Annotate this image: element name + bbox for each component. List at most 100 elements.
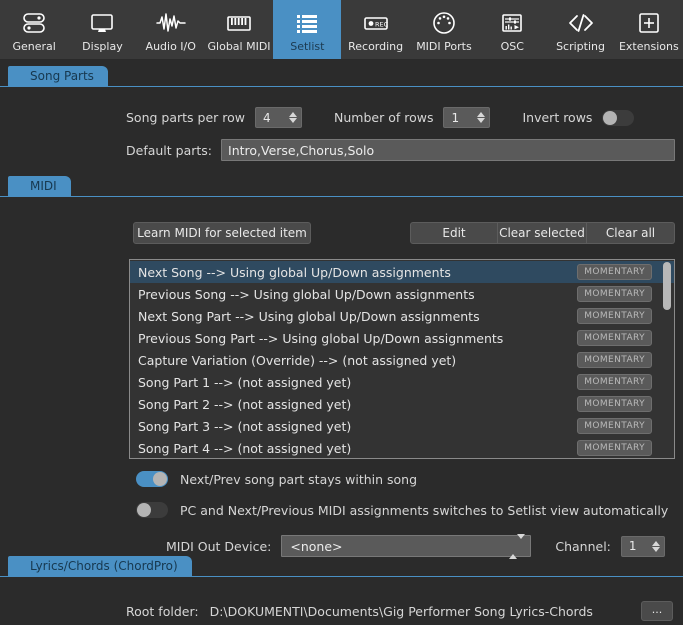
osc-mixer-icon (499, 9, 525, 37)
song-parts-per-row-stepper[interactable]: 4 (255, 107, 302, 128)
record-icon: REC (361, 9, 391, 37)
toolbar-label: Global MIDI (208, 41, 271, 52)
midi-row-badge: MOMENTARY (577, 418, 652, 434)
number-of-rows-value: 1 (451, 111, 459, 125)
toolbar-label: Scripting (556, 41, 605, 52)
song-parts-section: Song Parts Song parts per row 4 Number o… (0, 60, 683, 170)
plus-box-icon (636, 9, 662, 37)
midi-din-icon (431, 9, 457, 37)
default-parts-input[interactable]: Intro,Verse,Chorus,Solo (221, 139, 675, 161)
toolbar-label: Extensions (619, 41, 679, 52)
stay-within-song-row: Next/Prev song part stays within song (136, 471, 417, 487)
midi-list-row[interactable]: Next Song Part --> Using global Up/Down … (130, 305, 674, 327)
midi-row-badge: MOMENTARY (577, 374, 652, 390)
midi-body: Learn MIDI for selected item Edit Clear … (0, 197, 683, 550)
toolbar-label: Audio I/O (146, 41, 196, 52)
midi-list-row[interactable]: Capture Variation (Override) --> (not as… (130, 349, 674, 371)
toolbar-label: Recording (348, 41, 403, 52)
svg-text:REC: REC (375, 21, 389, 29)
list-icon (294, 9, 320, 37)
toggle-knob (153, 472, 167, 486)
midi-row-badge: MOMENTARY (577, 330, 652, 346)
stay-within-song-label: Next/Prev song part stays within song (180, 472, 417, 487)
number-of-rows-label: Number of rows (334, 110, 433, 125)
midi-list-scrollbar[interactable] (663, 262, 671, 456)
settings-toolbar: General Display Audio I/O (0, 0, 683, 60)
stay-within-song-toggle[interactable] (136, 471, 168, 487)
toolbar-item-global-midi[interactable]: Global MIDI (205, 0, 273, 59)
midi-row-badge: MOMENTARY (577, 308, 652, 324)
root-folder-value: D:\DOKUMENTI\Documents\Gig Performer Son… (210, 604, 593, 619)
midi-list-row[interactable]: Song Part 1 --> (not assigned yet) MOMEN… (130, 371, 674, 393)
root-folder-label: Root folder: (126, 604, 199, 619)
midi-row-text: Previous Song --> Using global Up/Down a… (138, 287, 577, 302)
toolbar-label: General (12, 41, 55, 52)
default-parts-label: Default parts: (126, 143, 212, 158)
stepper-arrows-icon[interactable] (289, 112, 297, 123)
toolbar-label: Display (82, 41, 123, 52)
midi-row-badge: MOMENTARY (577, 264, 652, 280)
piano-keys-icon (225, 9, 253, 37)
server-stack-icon (21, 9, 47, 37)
midi-row-badge: MOMENTARY (577, 352, 652, 368)
midi-row-text: Song Part 3 --> (not assigned yet) (138, 419, 577, 434)
number-of-rows-stepper[interactable]: 1 (443, 107, 490, 128)
midi-row-text: Song Part 4 --> (not assigned yet) (138, 441, 577, 456)
midi-row-badge: MOMENTARY (577, 440, 652, 456)
toolbar-item-display[interactable]: Display (68, 0, 136, 59)
code-brackets-icon (566, 9, 596, 37)
toolbar-item-recording[interactable]: REC Recording (341, 0, 409, 59)
toolbar-item-setlist[interactable]: Setlist (273, 0, 341, 59)
midi-row-badge: MOMENTARY (577, 396, 652, 412)
browse-root-folder-button[interactable]: ... (641, 601, 673, 621)
midi-row-text: Previous Song Part --> Using global Up/D… (138, 331, 577, 346)
toolbar-item-scripting[interactable]: Scripting (546, 0, 614, 59)
toggle-knob (603, 111, 617, 125)
toggle-knob (137, 503, 151, 517)
song-parts-row-1: Song parts per row 4 Number of rows 1 In… (126, 107, 634, 128)
toolbar-label: Setlist (290, 41, 324, 52)
monitor-icon (89, 9, 115, 37)
tab-song-parts[interactable]: Song Parts (8, 66, 108, 86)
midi-section: MIDI Learn MIDI for selected item Edit C… (0, 170, 683, 550)
midi-assignments-list[interactable]: Next Song --> Using global Up/Down assig… (129, 259, 675, 459)
toolbar-item-extensions[interactable]: Extensions (615, 0, 683, 59)
pc-switch-setlist-label: PC and Next/Previous MIDI assignments sw… (180, 503, 668, 518)
waveform-icon (156, 9, 186, 37)
clear-selected-button[interactable]: Clear selected (498, 222, 587, 244)
midi-row-text: Song Part 2 --> (not assigned yet) (138, 397, 577, 412)
invert-rows-label: Invert rows (522, 110, 592, 125)
midi-list-row[interactable]: Song Part 4 --> (not assigned yet) MOMEN… (130, 437, 674, 459)
stepper-arrows-icon[interactable] (477, 112, 485, 123)
lyrics-body: Root folder: D:\DOKUMENTI\Documents\Gig … (0, 577, 683, 625)
edit-button[interactable]: Edit (410, 222, 498, 244)
tab-midi[interactable]: MIDI (8, 176, 71, 196)
midi-list-row[interactable]: Previous Song --> Using global Up/Down a… (130, 283, 674, 305)
midi-row-text: Next Song Part --> Using global Up/Down … (138, 309, 577, 324)
learn-midi-button[interactable]: Learn MIDI for selected item (133, 222, 311, 244)
clear-all-button[interactable]: Clear all (587, 222, 675, 244)
song-parts-per-row-value: 4 (263, 111, 271, 125)
invert-rows-toggle[interactable] (602, 110, 634, 126)
midi-list-row[interactable]: Song Part 3 --> (not assigned yet) MOMEN… (130, 415, 674, 437)
midi-row-text: Capture Variation (Override) --> (not as… (138, 353, 577, 368)
default-parts-row: Default parts: Intro,Verse,Chorus,Solo (126, 139, 675, 161)
midi-list-row[interactable]: Previous Song Part --> Using global Up/D… (130, 327, 674, 349)
midi-list-row[interactable]: Next Song --> Using global Up/Down assig… (130, 261, 674, 283)
midi-list-row[interactable]: Song Part 2 --> (not assigned yet) MOMEN… (130, 393, 674, 415)
toolbar-item-general[interactable]: General (0, 0, 68, 59)
toolbar-label: MIDI Ports (416, 41, 471, 52)
toolbar-label: OSC (501, 41, 524, 52)
song-parts-body: Song parts per row 4 Number of rows 1 In… (0, 87, 683, 170)
pc-switch-setlist-toggle[interactable] (136, 502, 168, 518)
scrollbar-thumb[interactable] (663, 262, 671, 310)
midi-row-badge: MOMENTARY (577, 286, 652, 302)
tab-lyrics-chords[interactable]: Lyrics/Chords (ChordPro) (8, 556, 192, 576)
pc-switch-setlist-row: PC and Next/Previous MIDI assignments sw… (136, 502, 668, 518)
toolbar-item-midi-ports[interactable]: MIDI Ports (410, 0, 478, 59)
midi-row-text: Next Song --> Using global Up/Down assig… (138, 265, 577, 280)
midi-action-button-group: Edit Clear selected Clear all (410, 222, 675, 244)
lyrics-chords-section: Lyrics/Chords (ChordPro) Root folder: D:… (0, 550, 683, 625)
toolbar-item-osc[interactable]: OSC (478, 0, 546, 59)
toolbar-item-audio-io[interactable]: Audio I/O (137, 0, 205, 59)
